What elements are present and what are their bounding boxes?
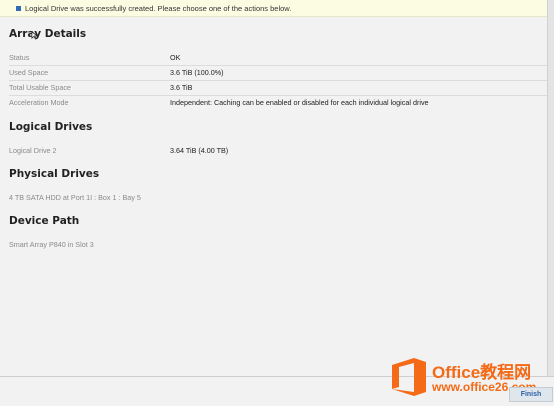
info-square-icon: [16, 5, 21, 11]
detail-row-status: Status OK: [9, 50, 547, 66]
array-details-heading: Array Details: [9, 28, 87, 40]
logical-drive-name[interactable]: Logical Drive 2: [9, 146, 170, 155]
detail-row-acceleration-mode: Acceleration Mode Independent: Caching c…: [9, 95, 547, 110]
physical-drive-item[interactable]: 4 TB SATA HDD at Port 1I : Box 1 : Bay 5: [9, 193, 141, 202]
finish-button[interactable]: Finish: [509, 387, 553, 402]
mouse-pointer-icon: [31, 31, 39, 40]
notice-message: Logical Drive was successfully created. …: [25, 3, 292, 13]
success-notice: Logical Drive was successfully created. …: [0, 0, 548, 17]
detail-value: OK: [170, 53, 181, 62]
device-path-item[interactable]: Smart Array P840 in Slot 3: [9, 240, 94, 249]
detail-label: Total Usable Space: [9, 83, 71, 92]
logical-drive-size: 3.64 TiB (4.00 TB): [170, 146, 229, 155]
device-path-heading: Device Path: [9, 215, 80, 227]
vertical-scrollbar[interactable]: [547, 0, 554, 376]
detail-value: Independent: Caching can be enabled or d…: [170, 98, 429, 107]
detail-value: 3.6 TiB (100.0%): [170, 68, 224, 77]
detail-row-total-usable-space: Total Usable Space 3.6 TiB: [9, 80, 547, 96]
detail-label: Status: [9, 53, 30, 62]
detail-value: 3.6 TiB: [170, 83, 193, 92]
detail-label: Acceleration Mode: [9, 98, 69, 107]
detail-label: Used Space: [9, 68, 49, 77]
logical-drives-heading: Logical Drives: [9, 121, 93, 133]
logical-drive-row[interactable]: Logical Drive 2 3.64 TiB (4.00 TB): [9, 143, 547, 158]
office-logo-icon: [392, 358, 426, 396]
detail-row-used-space: Used Space 3.6 TiB (100.0%): [9, 65, 547, 81]
physical-drives-heading: Physical Drives: [9, 168, 100, 180]
